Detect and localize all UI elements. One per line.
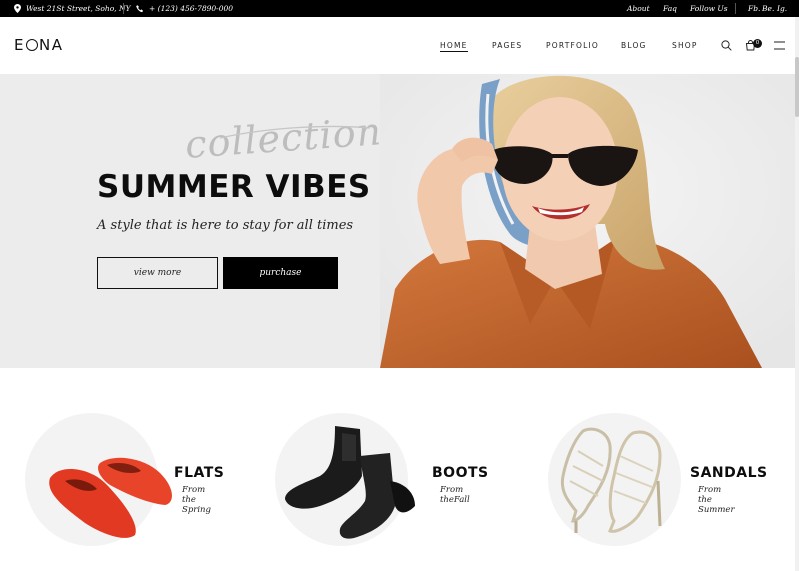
flats-shoes-image	[49, 457, 172, 538]
scrollbar-thumb[interactable]	[795, 57, 799, 117]
behance-link[interactable]: Be.	[762, 0, 774, 17]
logo-text-right: NA	[38, 36, 64, 54]
phone-icon	[136, 4, 143, 12]
logo[interactable]: E NA	[14, 36, 63, 54]
category-title: BOOTS	[432, 465, 489, 481]
category-subtitle: From theFall	[440, 485, 470, 505]
phone-text: + (123) 456-7890-000	[149, 4, 234, 13]
nav-portfolio[interactable]: PORTFOLIO	[546, 41, 599, 50]
hero-banner: collection SUMMER VIBES A style that is …	[0, 74, 795, 368]
category-subtitle: From the Summer	[698, 485, 735, 515]
page-scrollbar[interactable]	[795, 17, 799, 571]
nav-shop[interactable]: SHOP	[672, 41, 698, 50]
cart-count-badge: 0	[753, 39, 762, 48]
boots-image	[285, 426, 415, 539]
hero-title: SUMMER VIBES	[97, 169, 371, 205]
divider	[735, 3, 736, 14]
faq-link[interactable]: Faq	[663, 0, 677, 17]
top-bar: West 21St Street, Soho, NY + (123) 456-7…	[0, 0, 799, 17]
nav-home[interactable]: HOME	[440, 41, 468, 52]
logo-o-mark	[25, 39, 38, 51]
follow-us-link[interactable]: Follow Us	[690, 0, 728, 17]
category-title: FLATS	[174, 465, 225, 481]
about-link[interactable]: About	[627, 0, 650, 17]
sandals-image	[560, 427, 662, 533]
address-text: West 21St Street, Soho, NY	[26, 4, 131, 13]
main-header: E NA HOME PAGES PORTFOLIO BLOG SHOP 0	[0, 17, 799, 74]
menu-icon[interactable]	[774, 41, 785, 50]
location-pin-icon	[14, 4, 21, 13]
model-photo	[380, 74, 795, 368]
view-more-button[interactable]: view more	[97, 257, 218, 289]
category-subtitle: From the Spring	[182, 485, 211, 515]
instagram-link[interactable]: Ig.	[777, 0, 787, 17]
hero-subtitle: A style that is here to stay for all tim…	[97, 218, 354, 233]
address-info: West 21St Street, Soho, NY	[14, 0, 131, 17]
facebook-link[interactable]: Fb.	[748, 0, 760, 17]
category-title: SANDALS	[690, 465, 768, 481]
purchase-button[interactable]: purchase	[223, 257, 338, 289]
logo-text-left: E	[14, 36, 25, 54]
phone-info[interactable]: + (123) 456-7890-000	[136, 0, 233, 17]
search-icon[interactable]	[721, 40, 732, 51]
script-swash-decoration	[219, 125, 371, 139]
nav-blog[interactable]: BLOG	[621, 41, 647, 50]
divider	[123, 3, 124, 14]
nav-pages[interactable]: PAGES	[492, 41, 522, 50]
